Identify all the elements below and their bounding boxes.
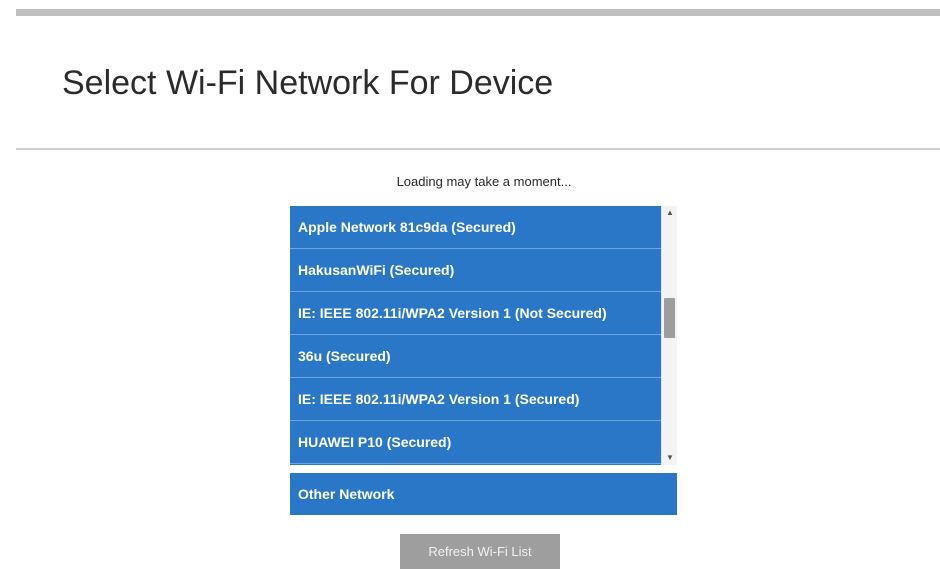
refresh-wifi-list-button[interactable]: Refresh Wi-Fi List bbox=[400, 534, 560, 569]
scroll-up-arrow-icon[interactable]: ▲ bbox=[662, 206, 678, 220]
network-item[interactable]: IE: IEEE 802.11i/WPA2 Version 1 (Not Sec… bbox=[290, 292, 661, 335]
network-item[interactable]: HUAWEI P10 (Secured) bbox=[290, 421, 661, 464]
scroll-down-arrow-icon[interactable]: ▼ bbox=[662, 451, 678, 465]
other-network-item[interactable]: Other Network bbox=[290, 473, 677, 515]
network-list-scrollbar[interactable]: ▲ ▼ bbox=[661, 206, 677, 465]
network-item[interactable]: Apple Network 81c9da (Secured) bbox=[290, 206, 661, 249]
network-item[interactable]: IE: IEEE 802.11i/WPA2 Version 1 (Secured… bbox=[290, 378, 661, 421]
page-title: Select Wi-Fi Network For Device bbox=[62, 64, 554, 102]
header-divider bbox=[16, 148, 940, 150]
top-bar bbox=[16, 9, 940, 16]
network-item[interactable]: 36u (Secured) bbox=[290, 335, 661, 378]
loading-message: Loading may take a moment... bbox=[396, 174, 572, 189]
network-list: Apple Network 81c9da (Secured) HakusanWi… bbox=[290, 206, 661, 465]
scrollbar-thumb[interactable] bbox=[664, 298, 675, 338]
network-item[interactable]: HakusanWiFi (Secured) bbox=[290, 249, 661, 292]
